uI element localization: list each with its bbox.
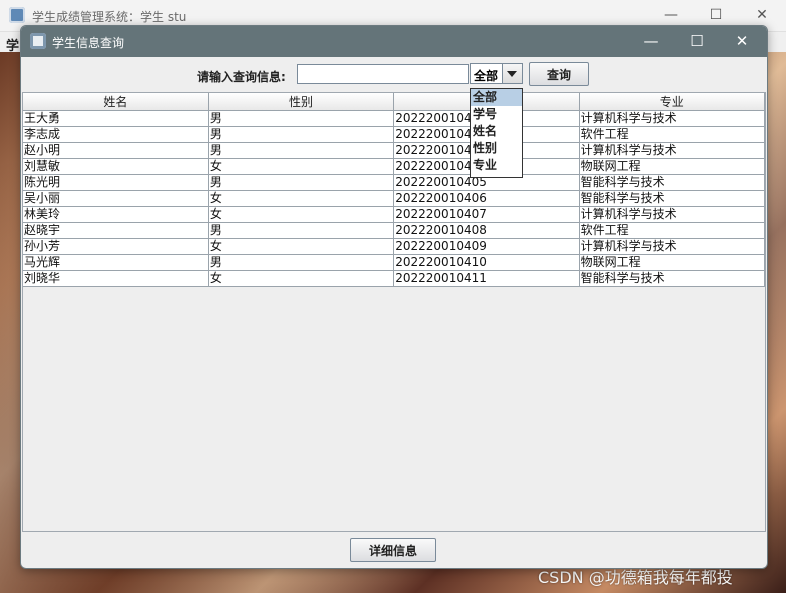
dropdown-option[interactable]: 专业 bbox=[471, 157, 522, 174]
detail-info-button[interactable]: 详细信息 bbox=[350, 538, 436, 562]
combo-arrow-button[interactable] bbox=[502, 64, 522, 83]
table-cell-gender[interactable]: 男 bbox=[208, 110, 395, 127]
table-row[interactable]: 吴小丽女 202220010406 智能科学与技术 bbox=[23, 190, 766, 207]
table-cell-name[interactable]: 林美玲 bbox=[23, 206, 209, 223]
table-row[interactable]: 林美玲女 202220010407 计算机科学与技术 bbox=[23, 206, 766, 223]
table-cell-gender[interactable]: 女 bbox=[208, 206, 395, 223]
search-field-combobox[interactable]: 全部 bbox=[470, 63, 523, 84]
table-cell-name[interactable]: 赵小明 bbox=[23, 142, 209, 159]
outer-menu-item[interactable]: 学 bbox=[6, 35, 19, 54]
table-cell-gender[interactable]: 女 bbox=[208, 158, 395, 175]
table-cell-gender[interactable]: 女 bbox=[208, 270, 395, 287]
query-button[interactable]: 查询 bbox=[529, 62, 589, 86]
combo-selected-value: 全部 bbox=[474, 69, 499, 83]
column-header-major[interactable]: 专业 bbox=[579, 93, 766, 111]
table-cell-major[interactable]: 智能科学与技术 bbox=[579, 174, 766, 191]
outer-maximize-button[interactable]: ☐ bbox=[706, 6, 726, 24]
table-row[interactable]: 马光辉男 202220010410 物联网工程 bbox=[23, 254, 766, 271]
dialog-close-button[interactable]: ✕ bbox=[732, 32, 752, 50]
dialog-title-bar: 学生信息查询 — ☐ ✕ bbox=[21, 26, 767, 57]
table-cell-id[interactable]: 202220010407 bbox=[393, 206, 580, 223]
dialog-minimize-button[interactable]: — bbox=[641, 32, 661, 50]
dialog-maximize-button[interactable]: ☐ bbox=[687, 32, 707, 50]
table-cell-major[interactable]: 智能科学与技术 bbox=[579, 270, 766, 287]
outer-close-button[interactable]: ✕ bbox=[752, 6, 772, 24]
search-label: 请输入查询信息: bbox=[197, 70, 286, 84]
dropdown-option[interactable]: 性别 bbox=[471, 140, 522, 157]
table-cell-name[interactable]: 刘慧敏 bbox=[23, 158, 209, 175]
table-cell-major[interactable]: 计算机科学与技术 bbox=[579, 238, 766, 255]
chevron-down-icon bbox=[507, 71, 517, 77]
table-body: 王大勇男 20222001040 计算机科学与技术 李志成男 20222001040 软件… bbox=[23, 110, 766, 287]
table-cell-id[interactable]: 202220010406 bbox=[393, 190, 580, 207]
table-cell-id[interactable]: 202220010409 bbox=[393, 238, 580, 255]
dropdown-option[interactable]: 全部 bbox=[471, 89, 522, 106]
table-row[interactable]: 陈光明男 202220010405 智能科学与技术 bbox=[23, 174, 766, 191]
java-app-icon bbox=[9, 7, 25, 23]
table-row[interactable]: 王大勇男 20222001040 计算机科学与技术 bbox=[23, 110, 766, 127]
table-cell-major[interactable]: 计算机科学与技术 bbox=[579, 142, 766, 159]
table-row[interactable]: 刘晓华女 202220010411 智能科学与技术 bbox=[23, 270, 766, 287]
outer-minimize-button[interactable]: — bbox=[661, 6, 681, 24]
combo-dropdown-list: 全部 学号 姓名 性别 专业 bbox=[470, 88, 523, 178]
table-row[interactable]: 赵小明男 20222001040 计算机科学与技术 bbox=[23, 142, 766, 159]
table-cell-major[interactable]: 计算机科学与技术 bbox=[579, 110, 766, 127]
table-cell-major[interactable]: 计算机科学与技术 bbox=[579, 206, 766, 223]
table-row[interactable]: 李志成男 20222001040 软件工程 bbox=[23, 126, 766, 143]
table-cell-gender[interactable]: 男 bbox=[208, 142, 395, 159]
table-cell-gender[interactable]: 女 bbox=[208, 190, 395, 207]
table-cell-name[interactable]: 李志成 bbox=[23, 126, 209, 143]
table-cell-major[interactable]: 软件工程 bbox=[579, 222, 766, 239]
table-cell-gender[interactable]: 男 bbox=[208, 254, 395, 271]
table-cell-gender[interactable]: 男 bbox=[208, 126, 395, 143]
table-cell-name[interactable]: 吴小丽 bbox=[23, 190, 209, 207]
table-cell-name[interactable]: 赵晓宇 bbox=[23, 222, 209, 239]
table-header-row: 姓名 性别 专业 bbox=[23, 93, 766, 111]
table-cell-gender[interactable]: 男 bbox=[208, 222, 395, 239]
student-table-scrollpane[interactable]: 姓名 性别 专业 王大勇男 20222001040 计算机科学与技术 李志成男 2022… bbox=[22, 92, 766, 532]
table-cell-name[interactable]: 陈光明 bbox=[23, 174, 209, 191]
table-cell-major[interactable]: 智能科学与技术 bbox=[579, 190, 766, 207]
table-cell-id[interactable]: 202220010410 bbox=[393, 254, 580, 271]
outer-window-title: 学生成绩管理系统：学生 stu bbox=[32, 10, 187, 24]
column-header-name[interactable]: 姓名 bbox=[23, 93, 209, 111]
table-cell-name[interactable]: 孙小芳 bbox=[23, 238, 209, 255]
table-cell-gender[interactable]: 女 bbox=[208, 238, 395, 255]
search-input[interactable] bbox=[297, 64, 469, 84]
table-cell-major[interactable]: 软件工程 bbox=[579, 126, 766, 143]
dialog-title: 学生信息查询 bbox=[52, 36, 125, 50]
dropdown-option[interactable]: 姓名 bbox=[471, 123, 522, 140]
dropdown-option[interactable]: 学号 bbox=[471, 106, 522, 123]
student-table: 姓名 性别 专业 王大勇男 20222001040 计算机科学与技术 李志成男 2022… bbox=[23, 93, 766, 287]
table-cell-id[interactable]: 202220010411 bbox=[393, 270, 580, 287]
student-query-dialog: 学生信息查询 — ☐ ✕ 请输入查询信息: 全部 查询 姓名 性别 专业 王大勇… bbox=[20, 25, 768, 569]
column-header-gender[interactable]: 性别 bbox=[208, 93, 395, 111]
table-cell-name[interactable]: 刘晓华 bbox=[23, 270, 209, 287]
table-cell-major[interactable]: 物联网工程 bbox=[579, 158, 766, 175]
table-cell-name[interactable]: 马光辉 bbox=[23, 254, 209, 271]
table-row[interactable]: 孙小芳女 202220010409 计算机科学与技术 bbox=[23, 238, 766, 255]
table-cell-name[interactable]: 王大勇 bbox=[23, 110, 209, 127]
table-row[interactable]: 赵晓宇男 202220010408 软件工程 bbox=[23, 222, 766, 239]
table-cell-id[interactable]: 202220010408 bbox=[393, 222, 580, 239]
java-app-icon bbox=[30, 33, 46, 49]
table-cell-major[interactable]: 物联网工程 bbox=[579, 254, 766, 271]
table-row[interactable]: 刘慧敏女 20222001040 物联网工程 bbox=[23, 158, 766, 175]
table-cell-gender[interactable]: 男 bbox=[208, 174, 395, 191]
